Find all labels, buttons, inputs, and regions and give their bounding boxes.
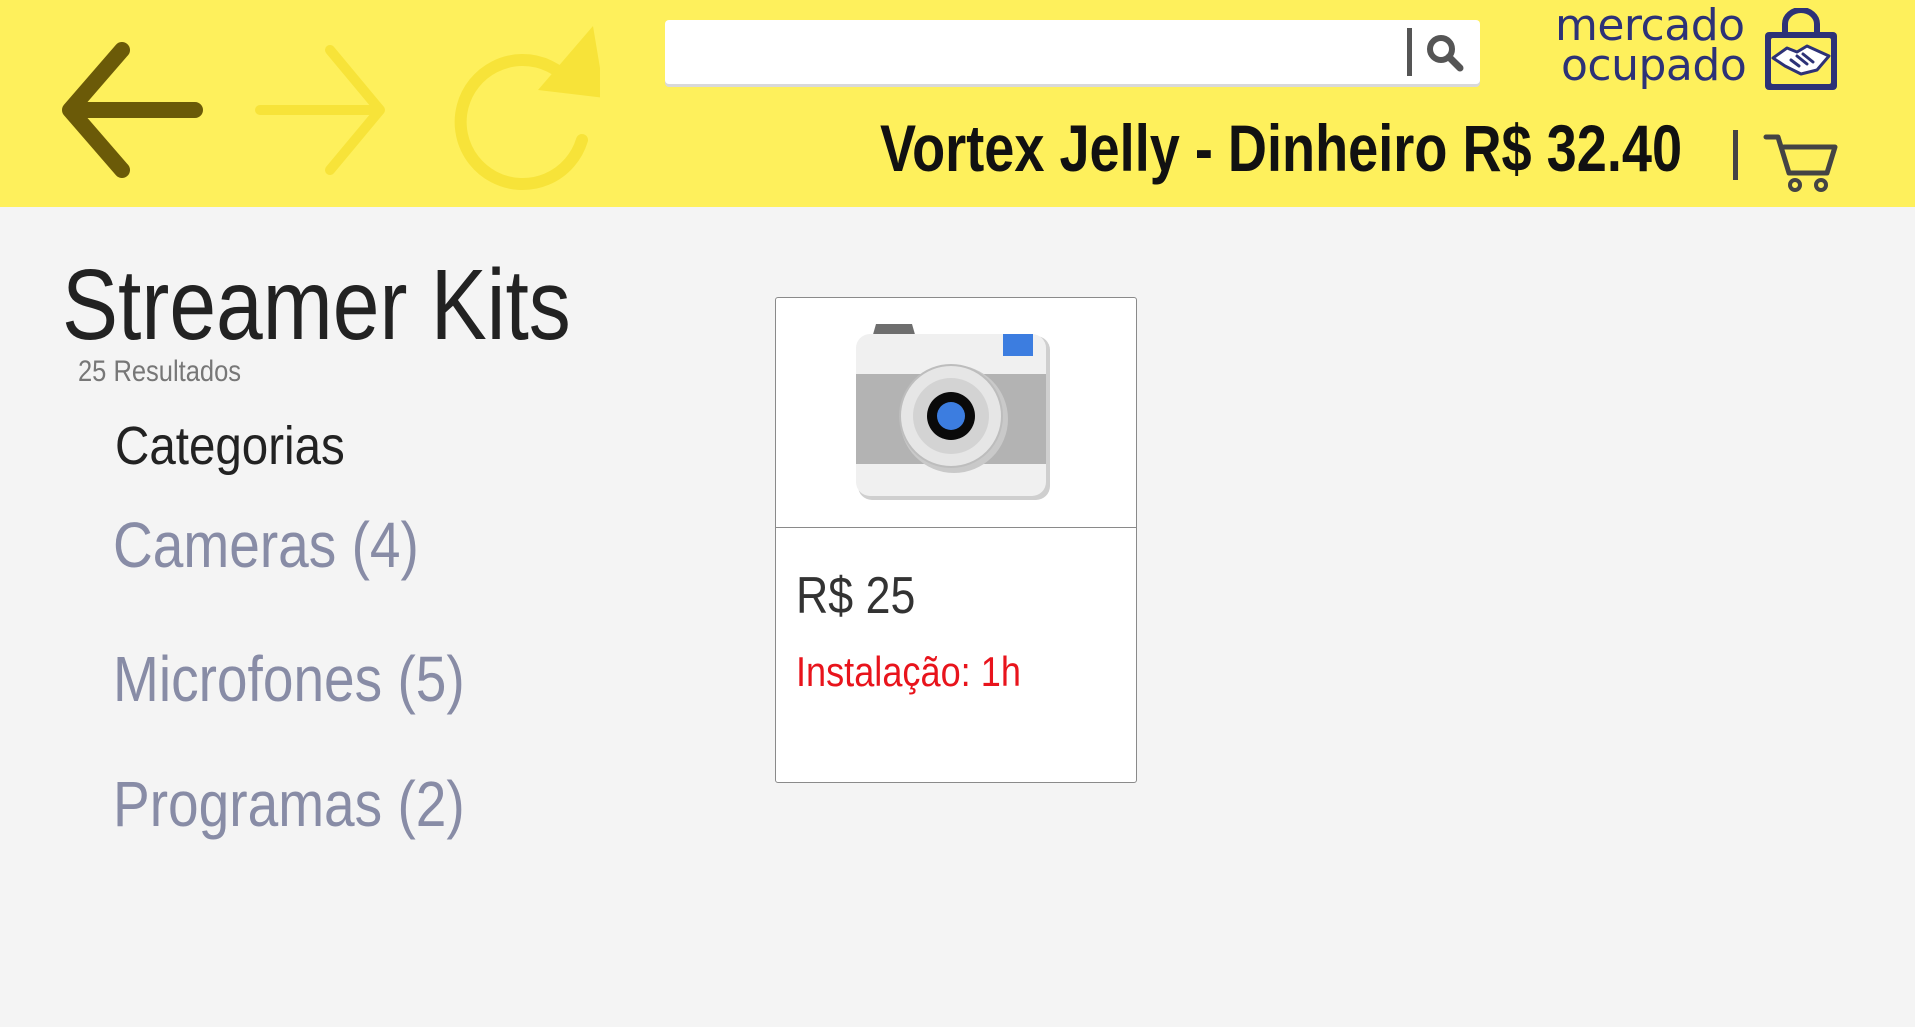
categories-heading: Categorias xyxy=(115,416,345,476)
mercado-ocupado-logo[interactable]: mercado ocupado xyxy=(1545,4,1845,100)
product-price: R$ 25 xyxy=(796,567,916,625)
search-input[interactable] xyxy=(673,26,1397,78)
account-balance-info: Vortex Jelly - Dinheiro R$ 32.40 xyxy=(880,111,1683,185)
arrow-right-icon xyxy=(255,45,385,175)
results-count: 25 Resultados xyxy=(78,355,242,388)
cart-divider xyxy=(1733,130,1738,180)
arrow-left-icon xyxy=(62,42,203,178)
shopping-bag-handshake-icon xyxy=(1765,8,1837,90)
search-button[interactable] xyxy=(1422,30,1468,76)
back-button[interactable] xyxy=(50,20,210,200)
product-install-time: Instalação: 1h xyxy=(796,648,1021,695)
page-title: Streamer Kits xyxy=(62,249,571,361)
top-bar: mercado ocupado Vortex Jelly - Dinheiro … xyxy=(0,0,1915,207)
category-link-cameras[interactable]: Cameras (4) xyxy=(113,508,419,582)
search-icon xyxy=(1427,35,1464,72)
search-bar xyxy=(665,20,1480,84)
cart-button[interactable] xyxy=(1763,125,1838,195)
product-image xyxy=(776,298,1136,528)
category-link-microfones[interactable]: Microfones (5) xyxy=(113,642,465,716)
shopping-cart-icon xyxy=(1763,134,1838,192)
refresh-icon xyxy=(454,26,605,191)
forward-button[interactable] xyxy=(245,20,405,200)
category-link-programas[interactable]: Programas (2) xyxy=(113,767,465,841)
search-divider xyxy=(1407,28,1412,76)
refresh-button[interactable] xyxy=(440,20,605,200)
product-card[interactable]: R$ 25 Instalação: 1h xyxy=(775,297,1137,783)
camera-icon xyxy=(856,324,1050,500)
logo-text-line2: ocupado xyxy=(1561,40,1747,91)
